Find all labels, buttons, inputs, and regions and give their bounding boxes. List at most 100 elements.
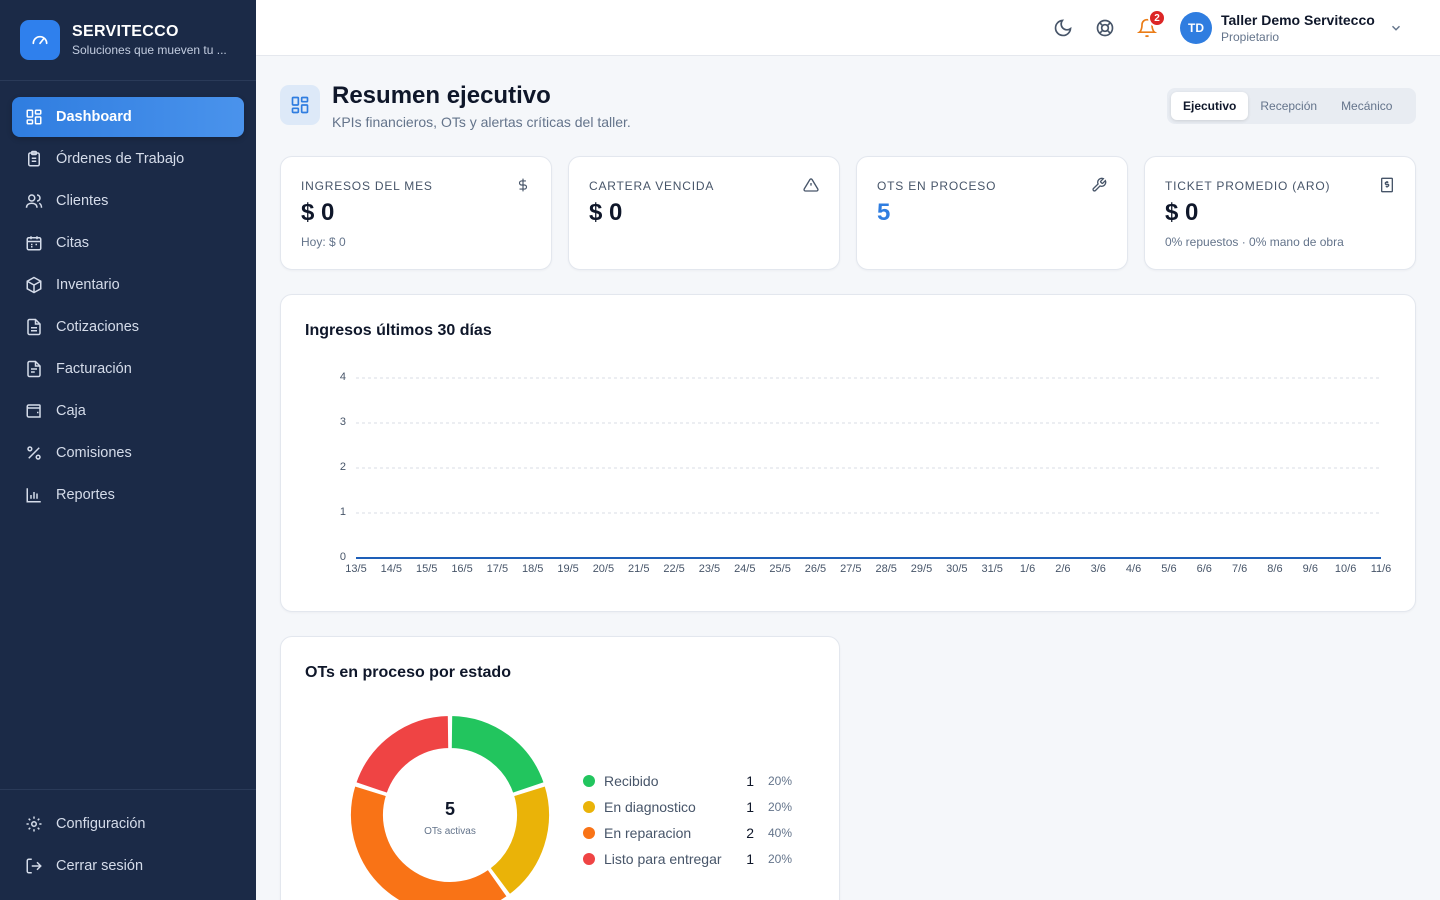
x-tick-label: 11/6 <box>1370 563 1392 575</box>
revenue-chart-card: Ingresos últimos 30 días 0 1 2 3 4 13/5 14/5 15… <box>280 294 1416 612</box>
bar-chart-icon <box>24 485 44 505</box>
tab-ejecutivo[interactable]: Ejecutivo <box>1171 92 1249 120</box>
kpi-label: TICKET PROMEDIO (ARO) <box>1165 179 1331 193</box>
legend-item: En diagnostico 1 20% <box>583 797 792 817</box>
y-tick-label: 3 <box>339 416 346 428</box>
x-tick-label: 9/6 <box>1302 563 1318 575</box>
x-tick-label: 6/6 <box>1196 563 1212 575</box>
donut-slice[interactable] <box>354 713 451 796</box>
x-tick-label: 26/5 <box>804 563 827 575</box>
kpi-value: 5 <box>877 199 891 226</box>
invoice-icon <box>24 359 44 379</box>
x-tick-label: 3/6 <box>1090 563 1106 575</box>
sidebar-item-label: Inventario <box>56 277 120 293</box>
dashboard-icon <box>24 107 44 127</box>
page-title: Resumen ejecutivo <box>332 82 551 109</box>
x-tick-label: 17/5 <box>486 563 509 575</box>
sidebar-item-reportes[interactable]: Reportes <box>12 475 244 515</box>
sidebar-item-inventario[interactable]: Inventario <box>12 265 244 305</box>
wrench-icon <box>1091 177 1107 193</box>
donut-slice[interactable] <box>488 783 551 897</box>
x-tick-label: 22/5 <box>663 563 685 575</box>
chevron-down-icon[interactable] <box>1384 16 1408 40</box>
legend-dot <box>583 827 595 839</box>
x-tick-label: 13/5 <box>345 563 367 575</box>
sidebar-bottom: Configuración Cerrar sesión <box>0 789 256 900</box>
y-tick-label: 2 <box>339 461 346 473</box>
main-nav: Dashboard Órdenes de Trabajo Clientes Ci… <box>0 81 256 515</box>
sidebar-item-label: Configuración <box>56 816 146 832</box>
sidebar-item-label: Comisiones <box>56 445 132 461</box>
x-tick-label: 28/5 <box>875 563 897 575</box>
sidebar-item-configuracion[interactable]: Configuración <box>12 804 244 844</box>
sidebar-item-caja[interactable]: Caja <box>12 391 244 431</box>
sidebar-item-label: Reportes <box>56 487 115 503</box>
kpi-sub: Hoy: $ 0 <box>301 235 346 249</box>
speedometer-icon[interactable] <box>20 20 60 60</box>
y-tick-label: 0 <box>339 551 346 563</box>
notification-badge: 2 <box>1148 9 1166 27</box>
kpi-value: $ 0 <box>1165 199 1199 226</box>
legend-label: Recibido <box>604 773 659 789</box>
legend-dot <box>583 853 595 865</box>
legend-item: Listo para entregar 1 20% <box>583 849 792 869</box>
legend-dot <box>583 801 595 813</box>
tab-recepcion[interactable]: Recepción <box>1248 92 1329 120</box>
sidebar-item-clientes[interactable]: Clientes <box>12 181 244 221</box>
calendar-icon <box>24 233 44 253</box>
avatar[interactable]: TD <box>1180 12 1212 44</box>
kpi-value: $ 0 <box>301 199 335 226</box>
topbar <box>256 0 1440 56</box>
user-name[interactable]: Taller Demo Servitecco <box>1221 12 1375 28</box>
donut-slice[interactable] <box>449 713 546 796</box>
sidebar-item-citas[interactable]: Citas <box>12 223 244 263</box>
kpi-card-ots: OTS EN PROCESO 5 <box>856 156 1128 270</box>
brand-tagline: Soluciones que mueven tu ... <box>72 43 227 57</box>
legend-count: 1 <box>746 773 754 789</box>
x-tick-label: 21/5 <box>628 563 650 575</box>
y-tick-label: 1 <box>339 506 346 518</box>
sidebar-item-cotizaciones[interactable]: Cotizaciones <box>12 307 244 347</box>
x-tick-label: 7/6 <box>1231 563 1248 575</box>
legend-percent: 20% <box>768 852 793 866</box>
x-tick-label: 23/5 <box>698 563 721 575</box>
sidebar-item-dashboard[interactable]: Dashboard <box>12 97 244 137</box>
legend-item: Recibido 1 20% <box>583 771 792 791</box>
x-tick-label: 25/5 <box>769 563 791 575</box>
sidebar-item-label: Clientes <box>56 193 109 209</box>
x-tick-label: 18/5 <box>522 563 544 575</box>
x-tick-label: 1/6 <box>1019 563 1036 575</box>
sidebar-item-label: Citas <box>56 235 90 251</box>
view-tabs: Ejecutivo Recepción Mecánico <box>1167 88 1416 124</box>
legend-label: Listo para entregar <box>604 851 722 867</box>
gear-icon <box>24 814 44 834</box>
logout-icon <box>24 856 44 876</box>
x-tick-label: 8/6 <box>1267 563 1283 575</box>
kpi-value: $ 0 <box>589 199 623 226</box>
clipboard-icon <box>24 149 44 169</box>
package-icon <box>24 275 44 295</box>
sidebar-item-cerrar-sesion[interactable]: Cerrar sesión <box>12 846 244 886</box>
x-tick-label: 31/5 <box>981 563 1003 575</box>
percent-icon <box>24 443 44 463</box>
x-tick-label: 29/5 <box>910 563 933 575</box>
x-tick-label: 14/5 <box>380 563 403 575</box>
legend-count: 2 <box>746 825 754 841</box>
sidebar-item-comisiones[interactable]: Comisiones <box>12 433 244 473</box>
sidebar-item-facturacion[interactable]: Facturación <box>12 349 244 389</box>
moon-icon[interactable] <box>1051 16 1075 40</box>
page-subtitle: KPIs financieros, OTs y alertas críticas… <box>332 114 631 130</box>
help-lifebuoy-icon[interactable] <box>1093 16 1117 40</box>
sidebar-item-ordenes[interactable]: Órdenes de Trabajo <box>12 139 244 179</box>
tab-mecanico[interactable]: Mecánico <box>1329 92 1404 120</box>
sidebar-item-label: Cotizaciones <box>56 319 140 335</box>
sidebar-item-label: Facturación <box>56 361 132 377</box>
sidebar-item-label: Cerrar sesión <box>56 858 144 874</box>
receipt-icon <box>1379 177 1395 193</box>
kpi-card-ticket: TICKET PROMEDIO (ARO) $ 0 0% repuestos ·… <box>1144 156 1416 270</box>
donut-center-value: 5 <box>444 799 455 819</box>
x-tick-label: 24/5 <box>734 563 756 575</box>
sidebar-item-label: Dashboard <box>56 109 132 125</box>
x-tick-label: 19/5 <box>557 563 579 575</box>
kpi-sub: 0% repuestos · 0% mano de obra <box>1165 235 1344 249</box>
